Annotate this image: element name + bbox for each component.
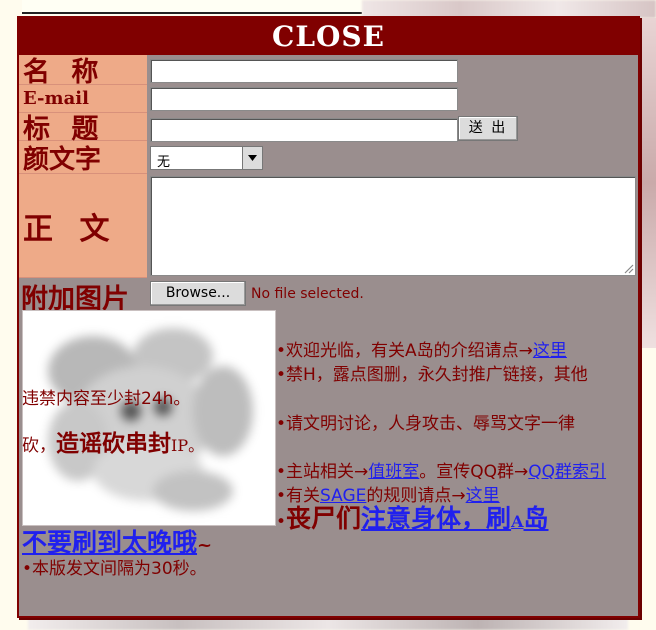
notice-ban-line2: 违禁内容至少封24h。	[22, 389, 191, 409]
background-page-header	[22, 0, 362, 14]
kaomoji-selected-value: 无	[157, 155, 171, 170]
email-input[interactable]	[150, 87, 458, 111]
mascot-image	[22, 310, 276, 526]
name-input[interactable]	[150, 59, 458, 83]
notice-post-interval: •本版发文间隔为30秒。	[22, 559, 207, 579]
rumor-ban-text: 造谣砍串封	[56, 430, 171, 457]
notice-welcome: •欢迎光临，有关A岛的介绍请点→这里	[276, 341, 567, 361]
background-page-edge	[640, 18, 656, 348]
kaomoji-label: 颜文字	[19, 141, 147, 175]
notice-civil-line2: 砍，造谣砍串封IP。	[22, 430, 205, 457]
health-link[interactable]: 注意身体，刷	[361, 504, 511, 533]
browse-button[interactable]: Browse...	[150, 281, 246, 306]
kaomoji-select[interactable]: 无	[150, 146, 263, 170]
send-button[interactable]: 送 出	[458, 116, 518, 141]
title-label: 标 题	[19, 113, 147, 145]
resize-grip-icon[interactable]	[622, 262, 634, 274]
mascot-illustration	[23, 311, 275, 525]
body-label: 正 文	[19, 174, 147, 278]
file-status-text: No file selected.	[251, 286, 364, 302]
title-input[interactable]	[150, 118, 458, 142]
post-form-dialog: CLOSE 名 称 E-mail 标 题 颜文字 正 文 送 出 无 附加图片 …	[17, 16, 640, 618]
body-textarea[interactable]	[150, 176, 636, 276]
chevron-down-icon[interactable]	[242, 147, 262, 169]
health-link-line2[interactable]: 不要刷到太晚哦	[22, 528, 197, 557]
duty-room-link[interactable]: 值班室	[368, 462, 419, 482]
notice-ban-line1: •禁H，露点图删，永久封推广链接，其他	[276, 365, 588, 385]
notice-health-line1: •丧尸们注意身体，刷A岛	[276, 504, 549, 533]
close-button[interactable]: CLOSE	[19, 18, 638, 55]
notice-civil-line1: •请文明讨论，人身攻击、辱骂文字一律	[276, 414, 576, 434]
notice-mainsite: •主站相关→值班室。宣传QQ群→QQ群索引	[276, 462, 607, 482]
name-label: 名 称	[19, 55, 147, 88]
qq-group-index-link[interactable]: QQ群索引	[528, 462, 606, 482]
intro-link[interactable]: 这里	[533, 341, 567, 361]
